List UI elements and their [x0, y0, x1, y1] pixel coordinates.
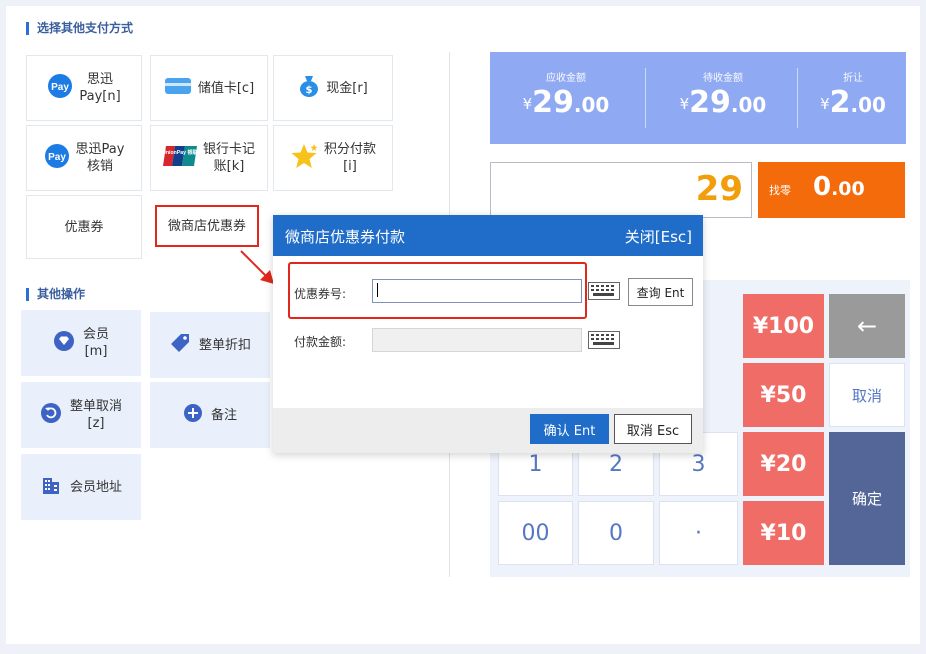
key-cancel[interactable]: 取消: [829, 363, 905, 427]
tile-line1: 银行卡记: [202, 142, 255, 157]
summary-separator: [797, 68, 798, 128]
key-dot[interactable]: ·: [659, 501, 738, 565]
discount-int: 2: [829, 85, 851, 120]
tile-line2: 核销: [86, 159, 113, 174]
pay-coupon-button[interactable]: 优惠券: [26, 195, 142, 259]
tile-line1: 思迅Pay: [75, 142, 125, 157]
pending-dec: .00: [730, 93, 767, 117]
currency-symbol: ¥: [820, 95, 830, 113]
pay-points-button[interactable]: 积分付款 [i]: [273, 125, 393, 191]
query-button[interactable]: 查询 Ent: [628, 278, 693, 306]
cash-bag-icon: $: [298, 74, 320, 103]
key-00[interactable]: 00: [498, 501, 573, 565]
pay-amount-label: 付款金额:: [294, 335, 347, 349]
tile-line1: 储值卡[c]: [197, 80, 255, 96]
key-0[interactable]: 0: [578, 501, 654, 565]
plus-circle-icon: [183, 403, 203, 428]
op-line1: 会员地址: [69, 479, 122, 495]
change-label: 找零: [769, 184, 791, 197]
tile-line2: 账[k]: [213, 159, 245, 174]
dialog-close-button[interactable]: 关闭[Esc]: [625, 226, 692, 247]
whole-discount-button[interactable]: 整单折扣: [150, 312, 270, 378]
dialog-footer: 确认 Ent 取消 Esc: [273, 408, 703, 453]
key-backspace[interactable]: ←: [829, 294, 905, 358]
receivable-int: 29: [532, 85, 574, 120]
pending-int: 29: [689, 85, 731, 120]
tag-icon: [169, 332, 191, 359]
highlight-box: [288, 262, 587, 319]
unionpay-icon: UnionPay 银联: [162, 145, 199, 172]
pay-stored-card-button[interactable]: 储值卡[c]: [150, 55, 268, 121]
card-icon: [164, 76, 192, 101]
pay-sixun-pay-button[interactable]: Pay 思迅 Pay[n]: [26, 55, 142, 121]
whole-cancel-button[interactable]: 整单取消 [z]: [21, 382, 141, 448]
op-line2: [z]: [87, 416, 105, 431]
keyboard-icon[interactable]: [588, 331, 620, 349]
discount-label: 折让: [843, 73, 863, 84]
tile-line2: [i]: [343, 159, 357, 174]
op-line1: 整单取消: [69, 399, 122, 414]
pay-cash-button[interactable]: $ 现金[r]: [273, 55, 393, 121]
key-50-yuan[interactable]: ¥50: [743, 363, 824, 427]
remark-button[interactable]: 备注: [150, 382, 270, 448]
pending-amount: 待收金额 ¥29.00: [648, 52, 798, 144]
undo-icon: [40, 402, 62, 429]
svg-text:Pay: Pay: [48, 152, 66, 163]
svg-text:$: $: [306, 85, 313, 96]
tile-line2: Pay[n]: [79, 89, 121, 104]
key-10-yuan[interactable]: ¥10: [743, 501, 824, 565]
tile-line1: 思迅: [86, 72, 113, 87]
diamond-icon: [53, 330, 75, 357]
tender-amount-field[interactable]: 29: [490, 162, 752, 218]
summary-separator: [645, 68, 646, 128]
change-display: 找零 0.00: [758, 162, 905, 218]
building-icon: [40, 474, 62, 501]
tile-line1: 现金[r]: [326, 80, 368, 96]
dialog-title: 微商店优惠券付款: [285, 228, 406, 246]
tile-line1: 积分付款: [323, 142, 376, 157]
receivable-dec: .00: [573, 93, 610, 117]
keyboard-icon[interactable]: [588, 282, 620, 300]
pending-label: 待收金额: [703, 73, 743, 84]
dialog-confirm-button[interactable]: 确认 Ent: [530, 414, 609, 444]
tile-line1: 优惠券: [64, 219, 104, 235]
key-20-yuan[interactable]: ¥20: [743, 432, 824, 496]
star-icon: [290, 142, 318, 175]
dialog-header: 微商店优惠券付款 关闭[Esc]: [273, 215, 703, 256]
member-button[interactable]: 会员 [m]: [21, 310, 141, 376]
pay-icon: Pay: [44, 143, 70, 174]
currency-symbol: ¥: [679, 95, 690, 113]
pay-sixun-verify-button[interactable]: Pay 思迅Pay 核销: [26, 125, 142, 191]
amount-summary: 应收金额 ¥29.00 待收金额 ¥29.00 折让 ¥2.00: [490, 52, 906, 144]
op-line1: 备注: [210, 407, 237, 423]
key-100-yuan[interactable]: ¥100: [743, 294, 824, 358]
pay-icon: Pay: [47, 73, 73, 104]
op-line1: 会员: [82, 327, 109, 342]
pay-bankcard-button[interactable]: UnionPay 银联 银行卡记账[k]: [150, 125, 268, 191]
op-line2: [m]: [84, 344, 108, 359]
weishop-coupon-dialog: 微商店优惠券付款 关闭[Esc] 优惠券号: 查询 Ent 付款金额: 确认 E…: [273, 215, 703, 453]
pay-weishop-coupon-button[interactable]: 微商店优惠券: [155, 205, 259, 247]
key-confirm[interactable]: 确定: [829, 432, 905, 565]
op-line1: 整单折扣: [198, 337, 251, 353]
discount-dec: .00: [850, 93, 886, 117]
discount-amount: 折让 ¥2.00: [800, 52, 906, 144]
unionpay-icon-text: UnionPay 银联: [163, 148, 197, 156]
dialog-cancel-button[interactable]: 取消 Esc: [614, 414, 692, 444]
tender-amount-value: 29: [695, 169, 743, 209]
currency-symbol: ¥: [522, 95, 533, 113]
svg-text:Pay: Pay: [51, 82, 69, 93]
change-int: 0: [813, 172, 832, 202]
receivable-label: 应收金额: [546, 73, 586, 84]
section-title-other-ops: 其他操作: [26, 288, 85, 301]
receivable-amount: 应收金额 ¥29.00: [490, 52, 642, 144]
section-title-payment: 选择其他支付方式: [26, 22, 133, 35]
change-dec: .00: [831, 178, 865, 200]
tile-line1: 微商店优惠券: [167, 218, 246, 234]
pay-amount-input[interactable]: [372, 328, 582, 352]
member-address-button[interactable]: 会员地址: [21, 454, 141, 520]
